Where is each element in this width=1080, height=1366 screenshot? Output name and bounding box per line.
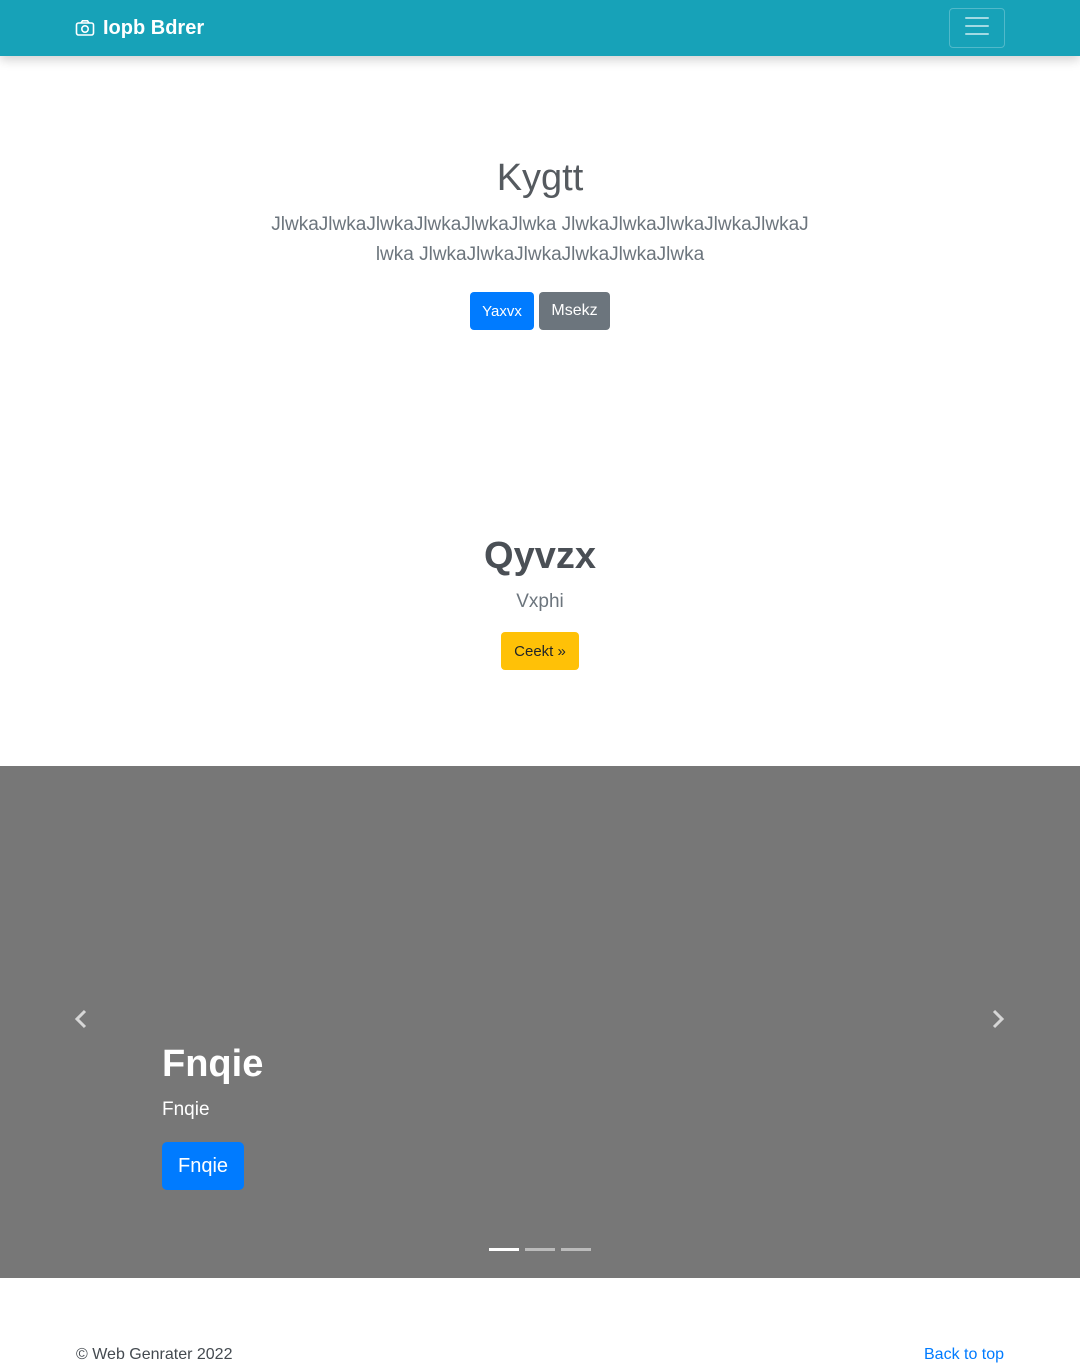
hero-secondary-button[interactable]: Msekz xyxy=(539,292,610,330)
carousel-indicator-1[interactable] xyxy=(489,1248,519,1251)
hero-lead-text: JlwkaJlwkaJlwkaJlwkaJlwkaJlwka JlwkaJlwk… xyxy=(271,214,809,265)
back-to-top-link[interactable]: Back to top xyxy=(924,1344,1004,1366)
carousel-caption-button[interactable]: Fnqie xyxy=(162,1142,244,1190)
navbar: Iopb Bdrer xyxy=(0,0,1080,56)
hero-primary-button[interactable]: Yaxvx xyxy=(470,292,534,330)
carousel-prev-button[interactable] xyxy=(66,1006,96,1036)
carousel-caption-text: Fnqie xyxy=(162,1099,210,1120)
navbar-brand-label: Iopb Bdrer xyxy=(103,16,205,39)
carousel-indicator-2[interactable] xyxy=(525,1248,555,1251)
hero-title: Kygtt xyxy=(496,157,584,199)
feature-title: Qyvzx xyxy=(484,535,596,577)
footer-copyright: © Web Genrater 2022 xyxy=(76,1346,233,1363)
hamburger-menu-icon xyxy=(962,11,992,46)
feature-button[interactable]: Ceekt » xyxy=(501,632,579,670)
carousel-next-button[interactable] xyxy=(983,1006,1013,1036)
carousel-indicators xyxy=(0,1248,1080,1251)
chevron-left-icon xyxy=(73,1009,89,1034)
camera-icon xyxy=(75,19,95,37)
carousel-indicator-3[interactable] xyxy=(561,1248,591,1251)
navbar-toggler-button[interactable] xyxy=(949,8,1005,48)
navbar-brand[interactable]: Iopb Bdrer xyxy=(75,14,204,42)
chevron-right-icon xyxy=(990,1009,1006,1034)
carousel: Fnqie Fnqie Fnqie xyxy=(0,766,1080,1278)
carousel-caption-title: Fnqie xyxy=(162,1043,264,1085)
feature-subtitle: Vxphi xyxy=(516,591,564,612)
